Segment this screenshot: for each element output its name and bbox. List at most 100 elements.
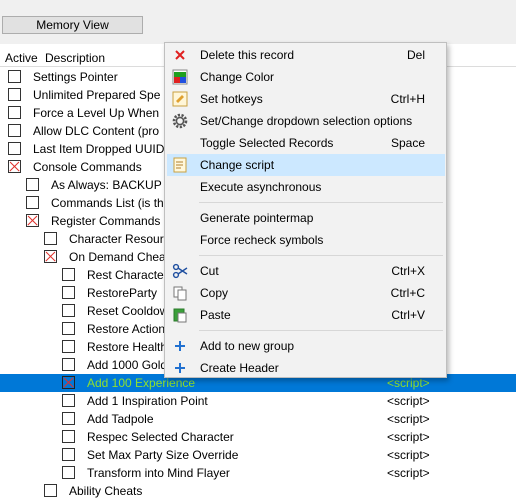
menu-label: Generate pointermap: [200, 211, 314, 225]
row-description: Force a Level Up When: [33, 106, 160, 120]
active-checkbox[interactable]: [62, 268, 75, 281]
table-row[interactable]: Add Tadpole <script>: [0, 410, 516, 428]
menu-label: Paste: [200, 308, 231, 322]
menu-force-recheck[interactable]: Force recheck symbols: [167, 229, 445, 251]
row-description: Add 1 Inspiration Point: [87, 394, 208, 408]
menu-add-to-group[interactable]: Add to new group: [167, 335, 445, 357]
active-checkbox[interactable]: [26, 178, 39, 191]
script-icon: [173, 157, 187, 173]
row-description: Add Tadpole: [87, 412, 154, 426]
active-checkbox[interactable]: [44, 484, 57, 497]
menu-label: Copy: [200, 286, 229, 300]
menu-shortcut: Space: [390, 136, 425, 150]
active-checkbox[interactable]: [62, 286, 75, 299]
memory-view-button[interactable]: Memory View: [2, 16, 143, 34]
row-description: Last Item Dropped UUID: [33, 142, 165, 156]
plus-icon: [175, 363, 185, 373]
row-description: Ability Cheats: [69, 484, 143, 498]
active-checkbox[interactable]: [26, 214, 39, 227]
menu-toggle-selected[interactable]: Toggle Selected Records Space: [167, 132, 445, 154]
menu-label: Force recheck symbols: [200, 233, 324, 247]
active-checkbox[interactable]: [26, 196, 39, 209]
row-value: <script>: [387, 394, 430, 408]
table-row[interactable]: Add 1 Inspiration Point <script>: [0, 392, 516, 410]
active-checkbox[interactable]: [62, 358, 75, 371]
row-description: Character Resourc: [69, 232, 170, 246]
row-description: As Always: BACKUP Y: [51, 178, 173, 192]
row-description: Respec Selected Character: [87, 430, 234, 444]
menu-label: Delete this record: [200, 48, 295, 62]
active-checkbox[interactable]: [62, 376, 75, 389]
active-checkbox[interactable]: [8, 106, 21, 119]
paste-icon: [173, 308, 187, 323]
row-description: Restore Action: [87, 322, 166, 336]
scissors-icon: [172, 263, 188, 279]
active-checkbox[interactable]: [8, 124, 21, 137]
active-checkbox[interactable]: [44, 250, 57, 263]
menu-dropdown-options[interactable]: Set/Change dropdown selection options: [167, 110, 445, 132]
menu-separator: [199, 255, 443, 256]
active-checkbox[interactable]: [44, 232, 57, 245]
row-value: <script>: [387, 448, 430, 462]
row-description: Transform into Mind Flayer: [87, 466, 230, 480]
table-row[interactable]: Ability Cheats: [0, 482, 516, 500]
menu-label: Toggle Selected Records: [200, 136, 334, 150]
row-description: Commands List (is th: [51, 196, 164, 210]
menu-label: Cut: [200, 264, 219, 278]
table-row[interactable]: Transform into Mind Flayer <script>: [0, 464, 516, 482]
menu-label: Add to new group: [200, 339, 295, 353]
menu-label: Execute asynchronous: [200, 180, 322, 194]
active-checkbox[interactable]: [62, 340, 75, 353]
row-value: <script>: [387, 412, 430, 426]
active-checkbox[interactable]: [8, 70, 21, 83]
menu-shortcut: Del: [406, 48, 425, 62]
menu-label: Change Color: [200, 70, 275, 84]
menu-paste[interactable]: Paste Ctrl+V: [167, 304, 445, 326]
active-checkbox[interactable]: [8, 88, 21, 101]
row-description: Console Commands: [33, 160, 142, 174]
menu-label: Create Header: [200, 361, 279, 375]
menu-delete-record[interactable]: Delete this record Del: [167, 44, 445, 66]
row-description: Allow DLC Content (pro: [33, 124, 160, 138]
menu-set-hotkeys[interactable]: Set hotkeys Ctrl+H: [167, 88, 445, 110]
table-row[interactable]: Set Max Party Size Override <script>: [0, 446, 516, 464]
row-description: Unlimited Prepared Spe: [33, 88, 161, 102]
row-value: <script>: [387, 466, 430, 480]
menu-separator: [199, 330, 443, 331]
active-checkbox[interactable]: [62, 466, 75, 479]
active-checkbox[interactable]: [62, 430, 75, 443]
menu-cut[interactable]: Cut Ctrl+X: [167, 260, 445, 282]
menu-label: Set/Change dropdown selection options: [200, 114, 413, 128]
menu-shortcut: Ctrl+C: [390, 286, 425, 300]
menu-change-color[interactable]: Change Color: [167, 66, 445, 88]
menu-execute-async[interactable]: Execute asynchronous: [167, 176, 445, 198]
active-checkbox[interactable]: [8, 160, 21, 173]
menu-generate-pointermap[interactable]: Generate pointermap: [167, 207, 445, 229]
menu-shortcut: Ctrl+H: [390, 92, 425, 106]
copy-icon: [173, 286, 187, 301]
menu-change-script[interactable]: Change script: [167, 154, 445, 176]
color-palette-icon: [172, 69, 188, 85]
active-checkbox[interactable]: [62, 322, 75, 335]
active-checkbox[interactable]: [62, 394, 75, 407]
delete-x-icon: [175, 50, 185, 60]
plus-icon: [175, 341, 185, 351]
active-checkbox[interactable]: [62, 448, 75, 461]
context-menu: Delete this record Del Change Color Set …: [164, 42, 447, 378]
active-checkbox[interactable]: [8, 142, 21, 155]
column-header-active[interactable]: Active: [5, 50, 38, 66]
menu-separator: [199, 202, 443, 203]
row-description: Reset Cooldow: [87, 304, 169, 318]
row-description: On Demand Cheat: [69, 250, 170, 264]
gear-icon: [172, 113, 188, 129]
row-description: Rest Character: [87, 268, 168, 282]
toolbar-area: Memory View: [0, 0, 516, 44]
menu-create-header[interactable]: Create Header: [167, 357, 445, 379]
column-header-description[interactable]: Description: [45, 50, 105, 66]
row-description: Set Max Party Size Override: [87, 448, 239, 462]
menu-shortcut: Ctrl+X: [391, 264, 425, 278]
menu-copy[interactable]: Copy Ctrl+C: [167, 282, 445, 304]
active-checkbox[interactable]: [62, 412, 75, 425]
table-row[interactable]: Respec Selected Character <script>: [0, 428, 516, 446]
active-checkbox[interactable]: [62, 304, 75, 317]
